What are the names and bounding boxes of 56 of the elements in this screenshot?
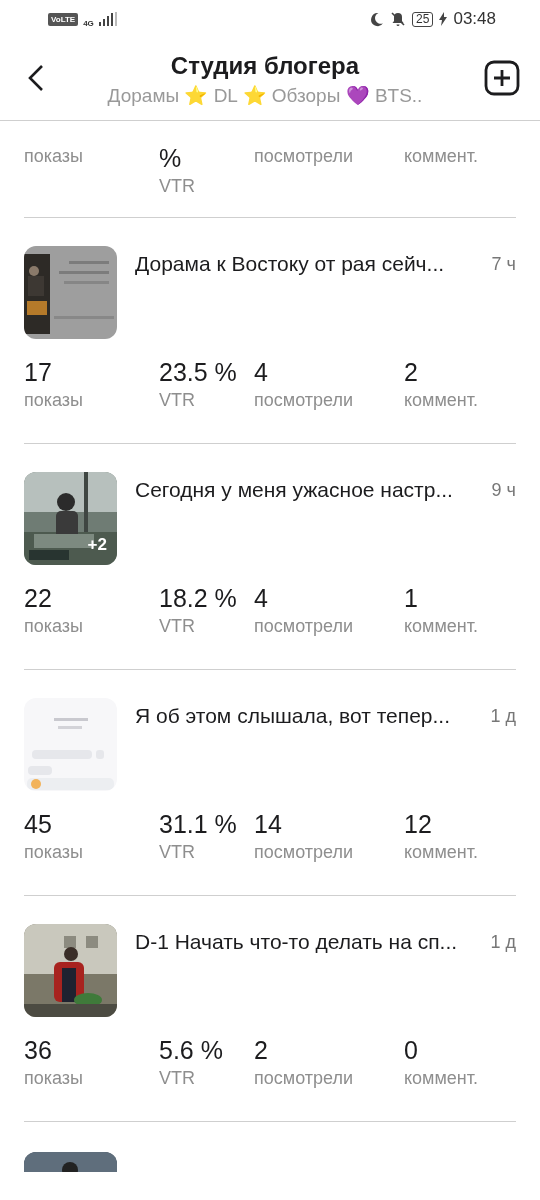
post-title[interactable]: Дорама к Востоку от рая сейч... xyxy=(135,252,482,276)
stat-label: показы xyxy=(24,615,84,638)
moon-icon xyxy=(369,11,385,27)
stat-label: коммент. xyxy=(404,1067,479,1090)
stat-label: показы xyxy=(24,389,84,412)
stat-value: 12 xyxy=(404,809,432,839)
screen-title: Студия блогера xyxy=(169,51,361,80)
stat-label: посмотрели xyxy=(254,615,353,638)
post-time: 9 ч xyxy=(491,480,516,501)
stat-value: 14 xyxy=(254,809,282,839)
post-time: 1 д xyxy=(490,706,516,727)
volte-badge: VoLTE xyxy=(48,12,79,26)
stat-label: посмотрели xyxy=(254,389,353,412)
clock-time: 03:48 xyxy=(453,9,496,29)
battery-level: 25 xyxy=(412,11,434,27)
stat-value: 0 xyxy=(404,1035,418,1065)
stat-label: посмотрели xyxy=(254,841,353,864)
stat-value: 17 xyxy=(24,357,52,387)
stat-label: посмотрели xyxy=(254,1067,353,1090)
network-type: 4G xyxy=(83,19,94,28)
bell-off-icon xyxy=(390,11,407,27)
stat-label: VTR xyxy=(159,175,195,198)
stat-value: 22 xyxy=(24,583,52,613)
more-count: +2 xyxy=(87,535,107,555)
signal-icon xyxy=(98,12,117,26)
stat-label: показы xyxy=(24,841,84,864)
post-time: 1 д xyxy=(490,932,516,953)
stat-label: VTR xyxy=(159,389,195,412)
stat-value: 31.1 % xyxy=(159,809,237,839)
stat-label: показы xyxy=(24,145,84,168)
stat-value: 18.2 % xyxy=(159,583,237,613)
stat-value: 2 xyxy=(404,357,418,387)
post-title[interactable]: D-1 Начать что-то делать на сп... xyxy=(135,930,481,954)
stat-value: 36 xyxy=(24,1035,52,1065)
post-title[interactable]: Я об этом слышала, вот тепер... xyxy=(135,704,481,728)
stat-value: 4 xyxy=(254,357,268,387)
stat-label: коммент. xyxy=(404,389,479,412)
stat-label: коммент. xyxy=(404,145,479,168)
screen-subtitle: Дорамы ⭐ DL ⭐ Обзоры 💜 BTS.. xyxy=(106,83,424,107)
stat-value: 5.6 % xyxy=(159,1035,223,1065)
stat-label: показы xyxy=(24,1067,84,1090)
stat-label: посмотрели xyxy=(254,145,353,168)
stat-label: VTR xyxy=(159,615,195,638)
post-title[interactable]: Сегодня у меня ужасное настр... xyxy=(135,478,482,502)
post-time: 7 ч xyxy=(491,254,516,275)
stat-label: коммент. xyxy=(404,841,479,864)
stat-label: коммент. xyxy=(404,615,479,638)
stat-value: 4 xyxy=(254,583,268,613)
bolt-icon xyxy=(439,12,448,26)
stat-value: 23.5 % xyxy=(159,357,237,387)
stat-value: 1 xyxy=(404,583,418,613)
stat-label: VTR xyxy=(159,1067,195,1090)
stat-value: 45 xyxy=(24,809,52,839)
stat-label: VTR xyxy=(159,841,195,864)
stat-value: % xyxy=(159,143,182,173)
stat-value: 2 xyxy=(254,1035,268,1065)
